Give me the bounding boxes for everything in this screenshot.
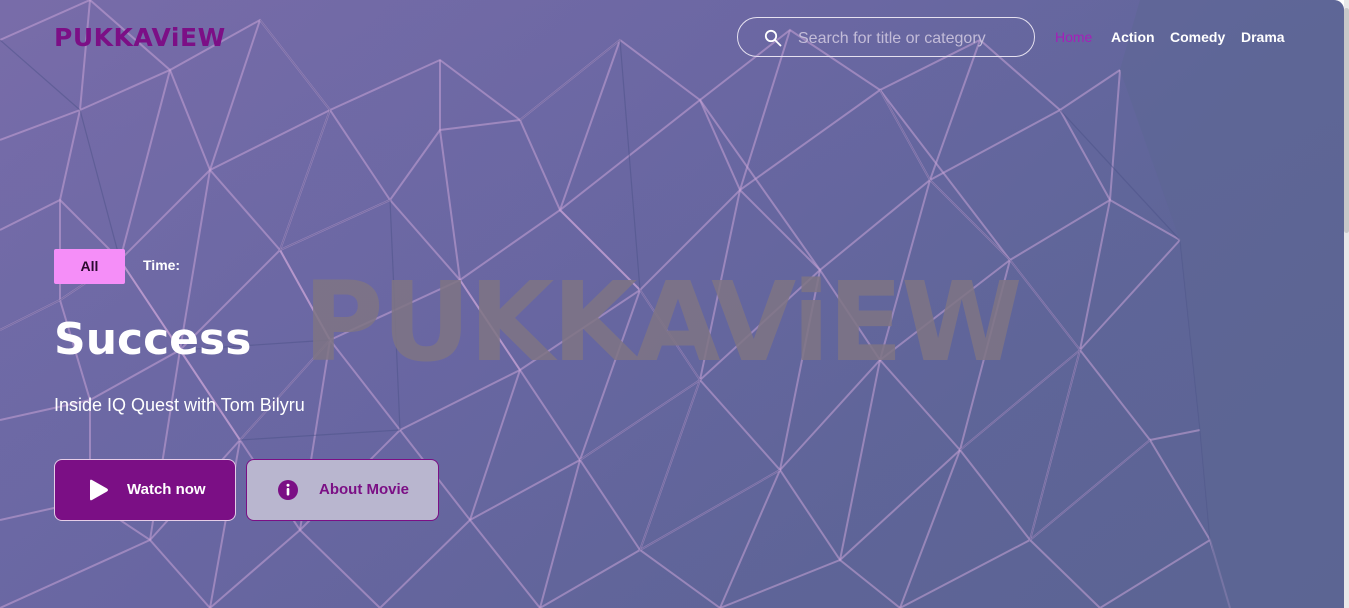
nav-comedy[interactable]: Comedy (1170, 29, 1225, 49)
nav-action[interactable]: Action (1111, 29, 1155, 49)
filter-all-button[interactable]: All (54, 249, 125, 284)
movie-title: Success (54, 314, 252, 365)
watch-now-label: Watch now (127, 481, 206, 498)
movie-subtitle: Inside IQ Quest with Tom Bilyru (54, 395, 305, 415)
hero-banner: PUKKAViEW Home Action Comedy Drama PUKKA… (0, 0, 1344, 608)
play-icon (90, 479, 108, 501)
info-icon (278, 480, 298, 500)
about-movie-label: About Movie (319, 481, 409, 498)
hero-watermark-logo: PUKKAViEW (303, 258, 1022, 386)
nav-drama[interactable]: Drama (1241, 29, 1285, 49)
scrollbar-thumb[interactable] (1344, 8, 1349, 233)
nav-home[interactable]: Home (1055, 29, 1092, 49)
search-bar[interactable] (737, 17, 1035, 57)
watch-now-button[interactable]: Watch now (54, 459, 236, 521)
about-movie-button[interactable]: About Movie (246, 459, 439, 521)
time-label: Time: (143, 257, 181, 273)
search-input[interactable] (796, 26, 1020, 52)
logo[interactable]: PUKKAViEW (54, 24, 226, 52)
search-icon (764, 29, 782, 47)
